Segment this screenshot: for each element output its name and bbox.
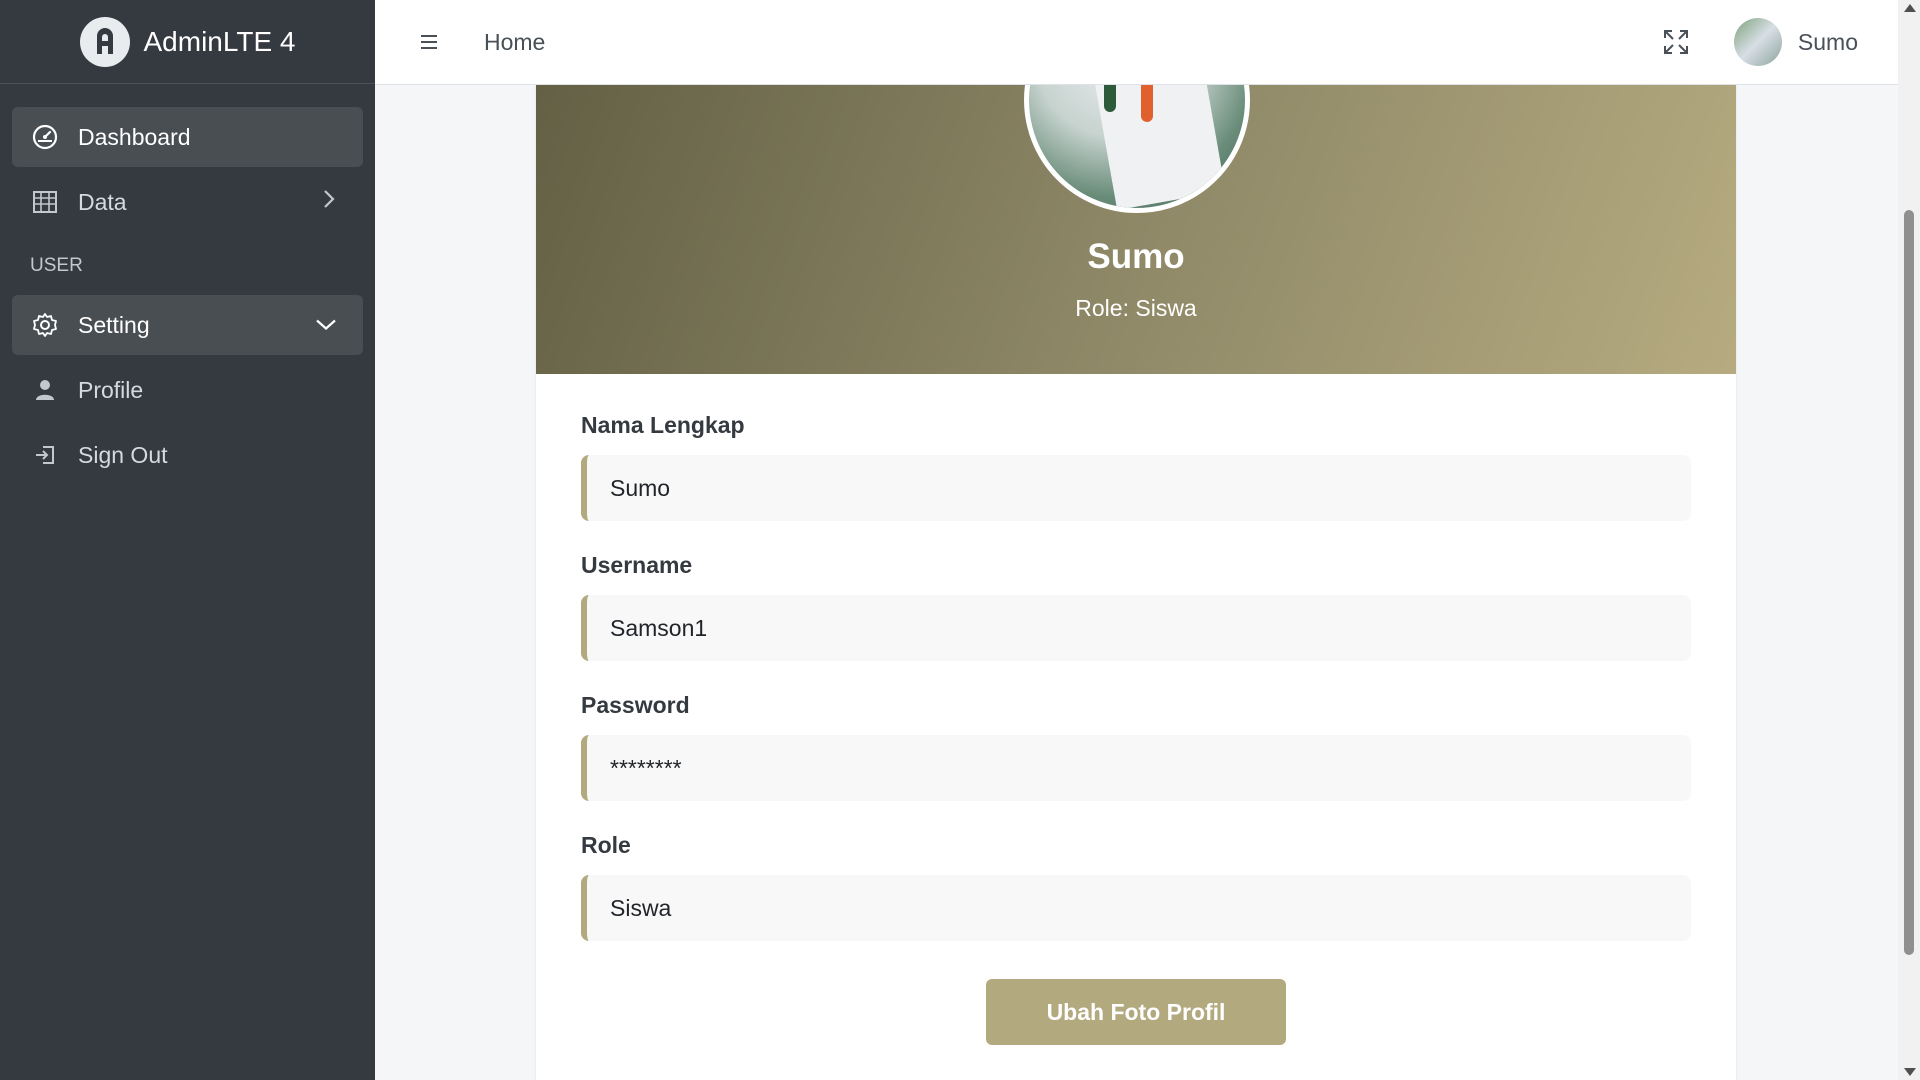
sign-out-icon [30, 440, 60, 470]
scroll-up-arrow-icon[interactable] [1904, 4, 1916, 12]
brand-link[interactable]: AdminLTE 4 [0, 0, 375, 84]
main-content: Sumo Role: Siswa Nama Lengkap Sumo Usern… [375, 85, 1898, 1080]
photo-detail [1104, 85, 1116, 112]
profile-form: Nama Lengkap Sumo Username Samson1 Passw… [536, 374, 1736, 1045]
field-username: Username Samson1 [581, 552, 1691, 661]
photo-detail [1141, 85, 1153, 122]
chevron-down-icon [315, 312, 337, 339]
role-input[interactable]: Siswa [581, 875, 1691, 941]
avatar[interactable] [1733, 18, 1782, 66]
button-wrapper: Ubah Foto Profil [581, 972, 1691, 1045]
sidebar-item-dashboard[interactable]: Dashboard [12, 107, 363, 167]
nama-lengkap-input[interactable]: Sumo [581, 455, 1691, 521]
username-input[interactable]: Samson1 [581, 595, 1691, 661]
fullscreen-icon[interactable] [1660, 26, 1692, 58]
field-label: Username [581, 552, 693, 578]
sidebar-item-sign-out[interactable]: Sign Out [12, 425, 363, 485]
profile-photo [1024, 85, 1250, 213]
profile-card: Sumo Role: Siswa Nama Lengkap Sumo Usern… [536, 85, 1736, 1080]
field-label: Password [581, 692, 690, 718]
sidebar-item-setting[interactable]: Setting [12, 295, 363, 355]
brand-logo-icon [79, 16, 130, 67]
person-icon [30, 375, 60, 405]
sidebar-item-label: Dashboard [78, 123, 191, 150]
top-right-menu: Sumo [1660, 0, 1858, 84]
sidebar: AdminLTE 4 Dashboard Data USER Setting P… [0, 0, 375, 1080]
chevron-right-icon [321, 188, 337, 216]
gear-icon [30, 310, 60, 340]
password-input[interactable]: ******** [581, 735, 1691, 801]
sidebar-item-data[interactable]: Data [12, 172, 363, 232]
user-menu-name[interactable]: Sumo [1798, 29, 1858, 56]
page-scrollbar[interactable] [1898, 0, 1920, 1080]
field-role: Role Siswa [581, 832, 1691, 941]
field-password: Password ******** [581, 692, 1691, 801]
profile-name: Sumo [1087, 237, 1185, 276]
nav-section-header: USER [30, 255, 83, 276]
sidebar-item-label: Setting [78, 311, 150, 338]
home-link[interactable]: Home [484, 29, 545, 56]
profile-role: Role: Siswa [1075, 295, 1197, 321]
brand-text: AdminLTE 4 [143, 25, 296, 57]
scrollbar-thumb[interactable] [1904, 210, 1914, 955]
hamburger-icon[interactable] [419, 32, 439, 52]
sidebar-nav: Dashboard Data USER Setting Profile Sign… [0, 84, 375, 485]
scroll-down-arrow-icon[interactable] [1904, 1068, 1916, 1076]
sidebar-item-label: Data [78, 188, 127, 215]
table-icon [30, 187, 60, 217]
field-nama-lengkap: Nama Lengkap Sumo [581, 412, 1691, 521]
top-navbar: Home Sumo [375, 0, 1898, 85]
sidebar-item-label: Sign Out [78, 441, 168, 468]
sidebar-item-label: Profile [78, 376, 144, 403]
field-label: Role [581, 832, 631, 858]
change-photo-button[interactable]: Ubah Foto Profil [986, 979, 1286, 1045]
dashboard-icon [30, 122, 60, 152]
sidebar-item-profile[interactable]: Profile [12, 360, 363, 420]
field-label: Nama Lengkap [581, 412, 745, 438]
profile-card-header: Sumo Role: Siswa [536, 85, 1736, 374]
